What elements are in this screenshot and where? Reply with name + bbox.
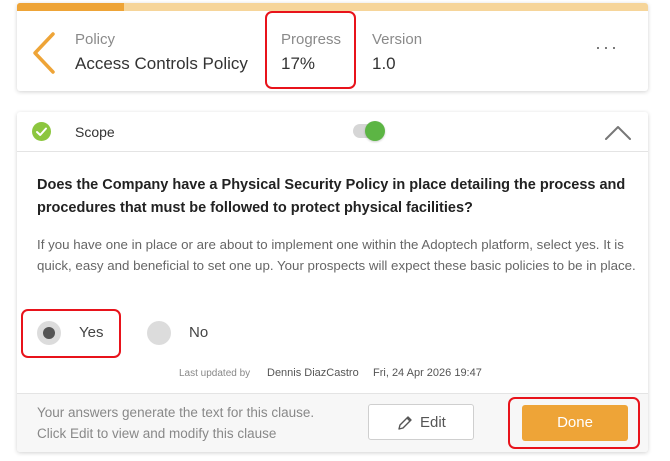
policy-header-card: Policy Access Controls Policy Progress 1… [17, 3, 648, 91]
radio-circle [147, 321, 171, 345]
done-button-label: Done [557, 414, 593, 431]
scope-toggle[interactable] [353, 121, 385, 141]
clause-footer: Your answers generate the text for this … [17, 393, 648, 452]
back-button[interactable] [27, 28, 67, 78]
collapse-button[interactable] [603, 122, 633, 142]
question-helper-text: If you have one in place or are about to… [37, 237, 636, 273]
footer-hint-line-2: Click Edit to view and modify this claus… [37, 426, 277, 441]
edit-button-label: Edit [420, 414, 446, 431]
more-options-button[interactable]: ··· [595, 37, 619, 58]
policy-label: Policy [75, 31, 116, 48]
check-circle-icon [32, 122, 51, 141]
version-field: Version 1.0 [372, 31, 422, 74]
policy-name: Access Controls Policy [75, 54, 248, 73]
section-title: Scope [75, 124, 115, 140]
progress-bar [17, 3, 648, 11]
section-header[interactable]: Scope [17, 112, 648, 152]
last-updated-label: Last updated by [179, 368, 251, 379]
clause-card: Scope Does the Company have a Physical S… [17, 112, 648, 452]
last-updated-by: Dennis DiazCastro [267, 367, 359, 379]
done-button[interactable]: Done [522, 405, 628, 441]
policy-field: Policy Access Controls Policy [75, 31, 248, 74]
progress-value: 17% [281, 54, 316, 73]
footer-hint: Your answers generate the text for this … [37, 402, 314, 444]
progress-field: Progress 17% [281, 31, 341, 74]
edit-button[interactable]: Edit [368, 404, 474, 440]
chevron-left-icon [33, 32, 55, 74]
last-updated-date: Fri, 24 Apr 2026 19:47 [373, 367, 482, 379]
radio-selected-dot [43, 327, 55, 339]
version-label: Version [372, 31, 423, 48]
version-value: 1.0 [372, 54, 396, 73]
progress-label: Progress [281, 31, 342, 48]
chevron-up-icon [605, 126, 631, 140]
radio-no-label: No [189, 324, 209, 341]
progress-bar-fill [17, 3, 125, 11]
toggle-knob [365, 121, 385, 141]
radio-circle [37, 321, 61, 345]
radio-yes-label: Yes [79, 324, 104, 341]
footer-hint-line-1: Your answers generate the text for this … [37, 405, 315, 420]
pencil-icon [398, 416, 412, 430]
question-text: Does the Company have a Physical Securit… [37, 177, 626, 216]
